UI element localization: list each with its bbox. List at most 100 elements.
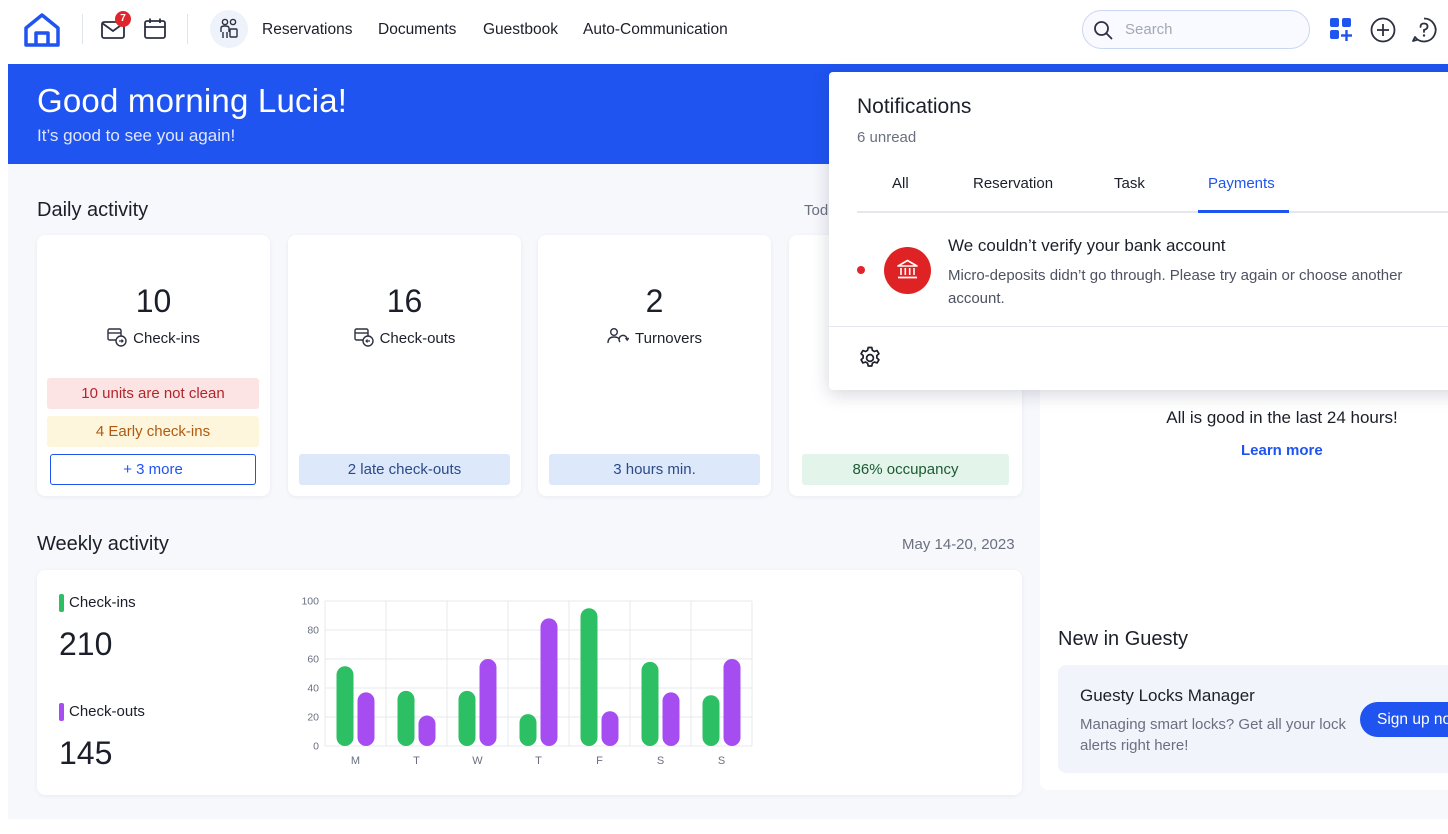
divider [82, 14, 83, 44]
checkouts-legend-swatch [59, 703, 64, 721]
bar-check-ins-2 [458, 690, 476, 746]
guests-button[interactable] [210, 10, 248, 48]
turnovers-label-text: Turnovers [635, 330, 702, 347]
x-tick-label: S [657, 755, 664, 767]
checkins-card[interactable]: 10 Check-ins 10 units are not clean 4 Ea… [37, 235, 270, 496]
tabs-divider [857, 211, 1448, 213]
weekly-activity-date: May 14-20, 2023 [902, 536, 1015, 553]
promo-title: Guesty Locks Manager [1080, 686, 1255, 705]
bar-check-outs-0 [357, 692, 375, 746]
bar-check-ins-5 [641, 661, 659, 746]
greeting-subtitle: It’s good to see you again! [37, 126, 236, 145]
nav-documents[interactable]: Documents [378, 0, 456, 62]
checkouts-label-text: Check-outs [379, 330, 456, 347]
bar-check-outs-4 [601, 711, 619, 746]
bar-check-outs-1 [418, 715, 436, 746]
turnovers-card[interactable]: 2 Turnovers 3 hours min. [538, 235, 771, 496]
notification-title[interactable]: We couldn’t verify your bank account [948, 236, 1226, 256]
checkouts-count: 16 [386, 283, 423, 319]
bar-check-outs-6 [723, 659, 741, 746]
search-input[interactable] [1125, 19, 1295, 39]
units-not-clean-alert[interactable]: 10 units are not clean [47, 378, 259, 409]
promo-description: Managing smart locks? Get all your lock … [1080, 716, 1346, 754]
checkouts-label: Check-outs [288, 327, 521, 347]
active-tab-indicator [1198, 210, 1289, 213]
tab-reservation[interactable]: Reservation [973, 175, 1053, 192]
x-tick-label: T [535, 755, 542, 767]
late-checkouts-alert[interactable]: 2 late check-outs [299, 454, 510, 485]
bar-check-ins-6 [702, 695, 720, 746]
tab-payments[interactable]: Payments [1208, 175, 1275, 192]
nav-auto-communication[interactable]: Auto-Communication [583, 0, 728, 62]
unread-dot [857, 266, 865, 274]
weekly-checkouts-label: Check-outs [69, 703, 145, 720]
weekly-checkouts-total: 145 [59, 735, 113, 771]
turnover-time-alert[interactable]: 3 hours min. [549, 454, 760, 485]
turnovers-icon [607, 328, 630, 344]
status-message: All is good in the last 24 hours! [1040, 408, 1448, 428]
turnovers-count: 2 [645, 283, 664, 319]
home-logo-icon[interactable] [22, 12, 62, 48]
occupancy-badge[interactable]: 86% occupancy [802, 454, 1009, 485]
y-tick-label: 80 [307, 625, 319, 637]
nav-reservations[interactable]: Reservations [262, 0, 352, 62]
notifications-panel [829, 72, 1448, 390]
x-tick-label: T [413, 755, 420, 767]
greeting-title: Good morning Lucia! [37, 82, 348, 119]
tab-task[interactable]: Task [1114, 175, 1145, 192]
notification-body: Micro-deposits didn’t go through. Please… [948, 267, 1403, 307]
new-in-guesty-title: New in Guesty [1058, 628, 1189, 650]
apps-add-icon[interactable] [1329, 17, 1355, 43]
more-alerts-button[interactable]: + 3 more [50, 454, 256, 485]
early-checkins-alert[interactable]: 4 Early check-ins [47, 416, 259, 447]
bank-icon [897, 259, 918, 279]
bank-alert-badge [884, 247, 931, 294]
checkins-label-text: Check-ins [133, 330, 200, 347]
bar-check-outs-3 [540, 618, 558, 746]
y-tick-label: 40 [307, 683, 319, 695]
x-tick-label: W [472, 755, 483, 767]
notifications-title: Notifications [857, 95, 972, 118]
weekly-activity-title: Weekly activity [37, 533, 169, 555]
x-tick-label: S [718, 755, 725, 767]
bar-check-outs-5 [662, 692, 680, 746]
y-tick-label: 100 [301, 596, 319, 608]
mail-badge: 7 [115, 11, 131, 27]
divider [187, 14, 188, 44]
checkouts-card[interactable]: 16 Check-outs 2 late check-outs [288, 235, 521, 496]
y-tick-label: 60 [307, 654, 319, 666]
checkins-count: 10 [135, 283, 172, 319]
x-tick-label: M [351, 755, 360, 767]
daily-activity-title: Daily activity [37, 199, 149, 221]
search-box[interactable] [1082, 10, 1310, 49]
notifications-divider [829, 326, 1448, 327]
learn-more-link[interactable]: Learn more [1241, 442, 1323, 459]
guests-icon [220, 18, 238, 38]
daily-activity-date: Tod [804, 202, 829, 219]
weekly-bar-chart: 0 20 40 60 80 100 M T W T F S S [301, 596, 753, 767]
turnovers-label: Turnovers [538, 327, 771, 347]
y-tick-label: 0 [313, 741, 319, 753]
gear-icon[interactable] [858, 346, 882, 370]
notifications-unread-count: 6 unread [857, 129, 917, 146]
help-icon[interactable] [1411, 17, 1437, 43]
calendar-icon[interactable] [143, 17, 167, 41]
bar-check-ins-1 [397, 690, 415, 746]
search-icon [1094, 21, 1113, 40]
tab-all[interactable]: All [892, 175, 909, 192]
plus-circle-icon[interactable] [1370, 17, 1396, 43]
checkout-icon [353, 328, 374, 347]
status-message-text: All is good in the last 24 hours! [1166, 408, 1398, 427]
x-tick-label: F [596, 755, 603, 767]
bar-check-ins-0 [336, 666, 354, 746]
weekly-checkins-total: 210 [59, 626, 113, 662]
nav-guestbook[interactable]: Guestbook [483, 0, 558, 62]
bar-check-ins-3 [519, 714, 537, 746]
weekly-checkins-label: Check-ins [69, 594, 136, 611]
checkins-label: Check-ins [37, 327, 270, 347]
checkin-icon [107, 328, 127, 347]
y-tick-label: 20 [307, 712, 319, 724]
sign-up-button[interactable]: Sign up now [1360, 702, 1448, 737]
bar-check-ins-4 [580, 608, 598, 746]
checkins-legend-swatch [59, 594, 64, 612]
